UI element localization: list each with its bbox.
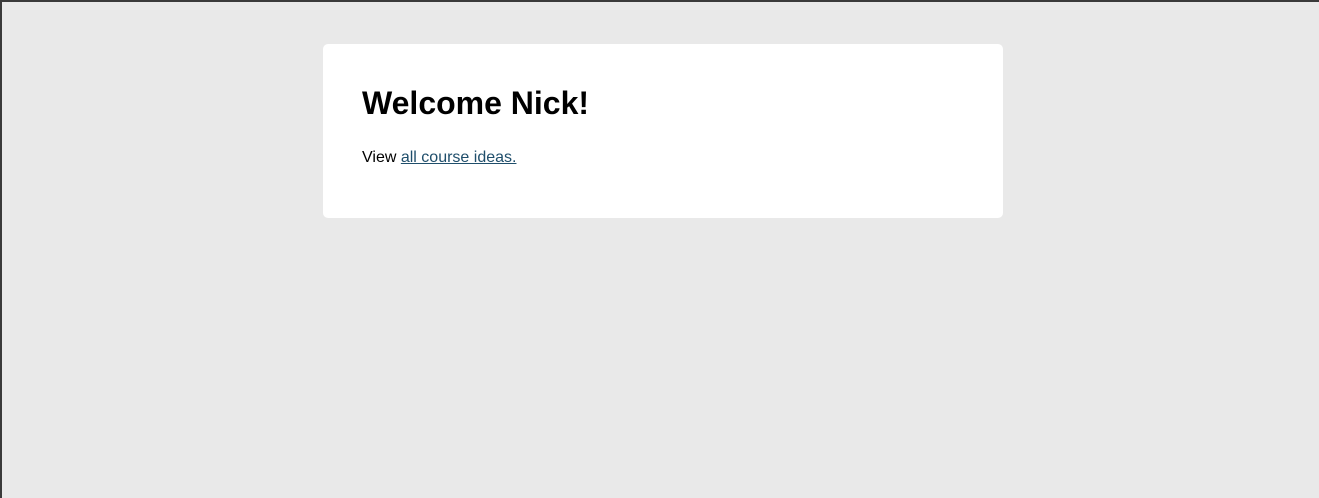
welcome-card: Welcome Nick! View all course ideas. <box>323 44 1003 218</box>
browser-viewport: Welcome Nick! View all course ideas. <box>0 0 1319 498</box>
all-course-ideas-link[interactable]: all course ideas. <box>401 149 517 166</box>
view-courses-line: View all course ideas. <box>362 148 964 168</box>
page-title: Welcome Nick! <box>362 85 590 121</box>
view-prefix-text: View <box>362 149 397 166</box>
